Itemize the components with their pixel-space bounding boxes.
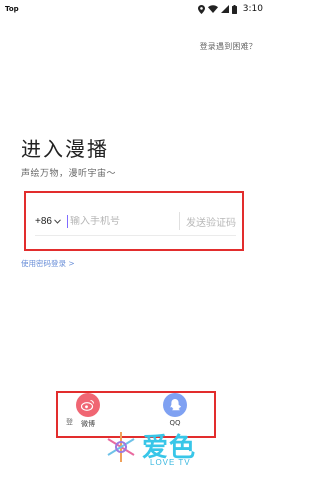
login-help-link[interactable]: 登录遇到困难？ bbox=[200, 41, 257, 52]
text-cursor bbox=[66, 214, 68, 228]
status-time: 3:10 bbox=[242, 4, 263, 14]
signal-icon bbox=[220, 5, 229, 13]
wifi-icon bbox=[207, 5, 218, 13]
page-subtitle: 声绘万物，漫听宇宙～ bbox=[21, 169, 117, 179]
phone-number-input[interactable] bbox=[69, 215, 173, 227]
country-code-selector[interactable]: +86 bbox=[35, 207, 67, 235]
battery-icon bbox=[231, 4, 237, 14]
chevron-down-icon bbox=[54, 218, 61, 224]
watermark-logo: 爱色 LOVE TV bbox=[104, 425, 214, 473]
agreement-text-fragment: 登 bbox=[66, 418, 73, 426]
password-login-link[interactable]: 使用密码登录 > bbox=[21, 258, 75, 269]
status-icons: 3:10 bbox=[197, 4, 269, 14]
phone-login-highlight: +86 发送验证码 bbox=[24, 191, 244, 251]
status-bar-label: Top bbox=[5, 5, 19, 13]
send-code-button[interactable]: 发送验证码 bbox=[186, 214, 236, 229]
location-icon bbox=[197, 4, 205, 14]
divider bbox=[179, 212, 180, 230]
country-code: +86 bbox=[35, 215, 52, 227]
snowflake-icon bbox=[107, 432, 135, 462]
page-title: 进入漫播 bbox=[21, 137, 109, 161]
status-bar: Top 3:10 bbox=[0, 0, 269, 18]
watermark-subtext: LOVE TV bbox=[150, 458, 191, 467]
phone-input-row: +86 发送验证码 bbox=[35, 207, 236, 236]
